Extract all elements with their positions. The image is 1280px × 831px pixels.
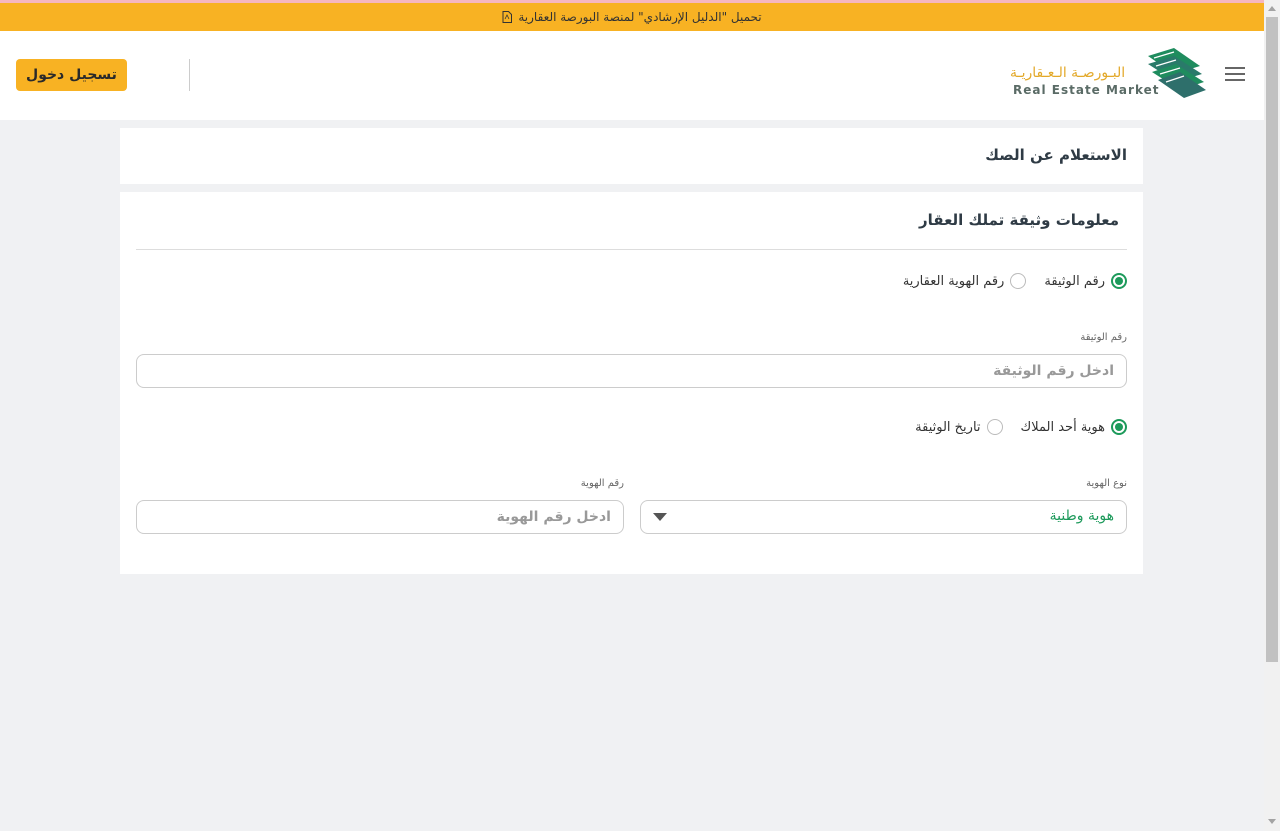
deed-inquiry-form: معلومات وثيقة تملك العقار رقم الوثيقة رق… xyxy=(120,192,1143,574)
radio-doc-date[interactable]: تاريخ الوثيقة xyxy=(915,419,1003,435)
scrollbar-thumb[interactable] xyxy=(1266,17,1278,662)
chevron-down-icon xyxy=(653,513,667,521)
radio-owner-id-label: هوية أحد الملاك xyxy=(1020,419,1105,435)
radio-checked-icon[interactable] xyxy=(1111,419,1127,435)
id-type-label: نوع الهوية xyxy=(1086,478,1127,489)
doc-number-label: رقم الوثيقة xyxy=(1080,332,1127,343)
section-title: معلومات وثيقة تملك العقار xyxy=(919,211,1119,229)
banner-text[interactable]: تحميل "الدليل الإرشادي" لمنصة البورصة ال… xyxy=(518,10,761,24)
site-header: البـورصـة الـعـقاريـة Real Estate Market… xyxy=(0,31,1264,120)
doc-number-input[interactable] xyxy=(136,354,1127,388)
hamburger-menu-icon[interactable] xyxy=(1225,67,1245,83)
radio-real-estate-id-label: رقم الهوية العقارية xyxy=(902,273,1005,289)
doc-type-radio-group: رقم الوثيقة رقم الهوية العقارية xyxy=(903,273,1127,289)
logo-english-text: Real Estate Market xyxy=(1013,83,1160,97)
radio-unchecked-icon[interactable] xyxy=(1010,273,1027,289)
logo-arabic-text: البـورصـة الـعـقاريـة xyxy=(1010,65,1126,81)
radio-unchecked-icon[interactable] xyxy=(986,419,1003,435)
guide-download-banner[interactable]: تحميل "الدليل الإرشادي" لمنصة البورصة ال… xyxy=(0,3,1264,31)
radio-doc-number[interactable]: رقم الوثيقة xyxy=(1044,273,1127,289)
radio-doc-date-label: تاريخ الوثيقة xyxy=(915,419,981,435)
id-type-select[interactable]: هوية وطنية xyxy=(640,500,1127,534)
radio-owner-id[interactable]: هوية أحد الملاك xyxy=(1021,419,1127,435)
id-number-label: رقم الهوية xyxy=(580,478,624,489)
page-title: الاستعلام عن الصك xyxy=(120,128,1143,184)
id-type-value: هوية وطنية xyxy=(1049,508,1114,524)
id-number-input[interactable] xyxy=(136,500,624,534)
owner-radio-group: هوية أحد الملاك تاريخ الوثيقة xyxy=(915,419,1127,435)
pdf-file-icon xyxy=(502,11,513,23)
scroll-up-arrow-icon[interactable] xyxy=(1268,6,1276,11)
section-divider xyxy=(136,249,1127,250)
header-divider xyxy=(189,59,190,91)
login-button[interactable]: تسجيل دخول xyxy=(16,59,127,91)
scroll-down-arrow-icon[interactable] xyxy=(1268,819,1276,824)
radio-checked-icon[interactable] xyxy=(1111,273,1127,289)
radio-real-estate-id[interactable]: رقم الهوية العقارية xyxy=(903,273,1027,289)
radio-doc-number-label: رقم الوثيقة xyxy=(1044,273,1105,289)
